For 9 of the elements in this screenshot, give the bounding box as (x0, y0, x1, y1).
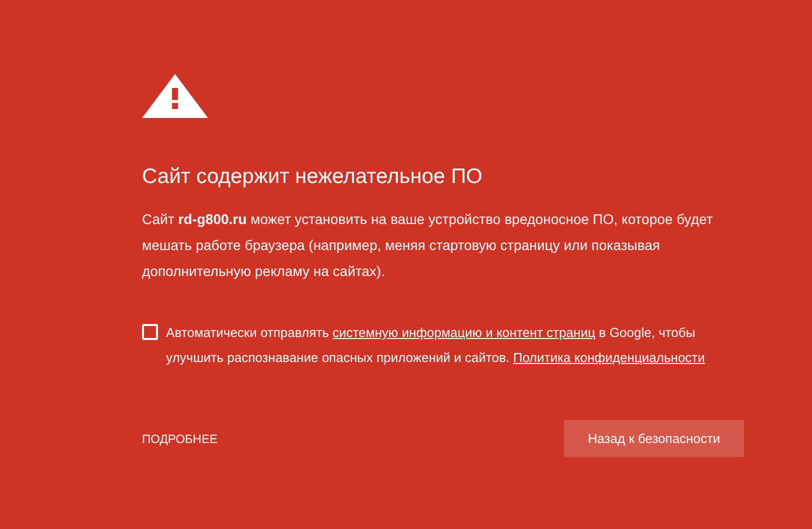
page-heading: Сайт содержит нежелательное ПО (142, 164, 484, 190)
system-info-link[interactable]: системную информацию и контент страниц (332, 325, 596, 340)
report-option-text: Автоматически отправлять системную информацию и контент страниц в Google, чтобы улучшить распознавание опасных приложений и сайтов. Политика конфиденциальности (166, 324, 706, 367)
privacy-policy-link[interactable]: Политика конфиденциальности (513, 350, 705, 365)
report-checkbox[interactable] (142, 324, 158, 340)
warning-description: Сайт rd-g800.ru может установить на ваше устройство вредоносное ПО, которое будет мешать работе браузера (например, меняя стартовую страницу или показывая дополнительную рекламу на сайтах). (142, 210, 714, 281)
back-to-safety-button[interactable]: Назад к безопасности (564, 420, 744, 457)
warning-icon (142, 74, 208, 118)
details-link[interactable]: ПОДРОБНЕЕ (142, 430, 218, 448)
